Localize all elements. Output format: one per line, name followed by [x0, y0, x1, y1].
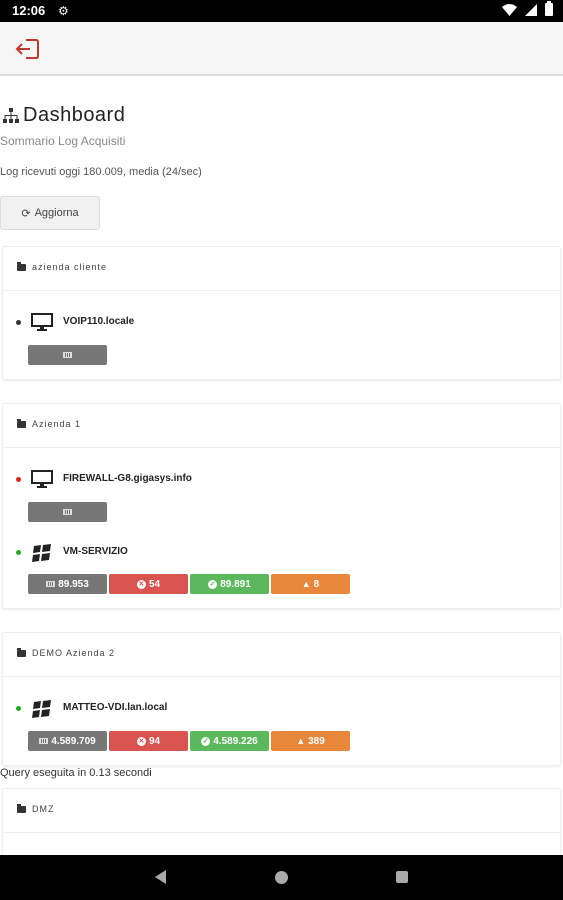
status-bar: 12:06 ⚙	[0, 0, 563, 22]
status-dot	[16, 706, 21, 711]
warning-count-badge: ▲ 389	[271, 731, 350, 751]
group-name: Azienda 1	[32, 419, 82, 429]
group-name: DEMO Azienda 2	[32, 648, 116, 658]
settings-status-icon: ⚙	[58, 4, 69, 18]
host-name: MATTEO-VDI.lan.local	[63, 702, 168, 713]
status-dot	[16, 320, 21, 325]
badge-row: 4.589.709 ✕ 94 ✓ 4.589.226 ▲ 389	[28, 731, 350, 751]
page-title: Dashboard	[2, 104, 125, 127]
windows-icon	[32, 700, 51, 718]
host-row[interactable]: VOIP110.locale	[3, 311, 562, 341]
ok-count-badge: ✓ 4.589.226	[190, 731, 269, 751]
log-count-badge	[28, 345, 107, 365]
log-info: Log ricevuti oggi 180.009, media (24/sec…	[0, 166, 202, 178]
host-name: VOIP110.locale	[63, 316, 135, 327]
group-card: Azienda 1 FIREWALL-G8.gigasys.info VM-SE…	[2, 403, 561, 609]
badge-value: 4.589.226	[213, 735, 258, 747]
logout-icon[interactable]	[14, 35, 42, 63]
badge-value: 389	[308, 735, 325, 747]
badge-value: 8	[313, 578, 320, 590]
battery-icon	[545, 1, 553, 16]
badge-value: 89.953	[58, 578, 89, 590]
badge-value: 4.589.709	[51, 735, 96, 747]
status-dot	[16, 477, 21, 482]
refresh-button[interactable]: ⟳ Aggiorna	[0, 196, 100, 230]
page-title-text: Dashboard	[23, 104, 126, 126]
group-header: azienda cliente	[3, 247, 560, 291]
query-time: Query eseguita in 0.13 secondi	[0, 767, 152, 779]
host-name: FIREWALL-G8.gigasys.info	[63, 473, 192, 484]
group-card: DMZ	[2, 788, 561, 855]
close-circle-icon: ✕	[136, 736, 146, 746]
group-header: DMZ	[3, 789, 560, 833]
status-time: 12:06	[12, 3, 46, 18]
host-row[interactable]: MATTEO-VDI.lan.local	[3, 697, 562, 727]
wifi-icon	[502, 3, 517, 16]
warning-icon: ▲	[301, 579, 311, 589]
host-row[interactable]: FIREWALL-G8.gigasys.info	[3, 468, 562, 498]
monitor-icon	[31, 313, 53, 331]
home-icon[interactable]	[275, 871, 288, 884]
badge-row	[28, 345, 107, 365]
log-count-badge: 4.589.709	[28, 731, 107, 751]
table-icon	[63, 352, 72, 358]
group-header: Azienda 1	[3, 404, 560, 448]
table-icon	[46, 581, 56, 587]
group-name: DMZ	[32, 804, 55, 814]
group-name: azienda cliente	[32, 262, 108, 272]
badge-row: 89.953 ✕ 54 ✓ 89.891 ▲ 8	[28, 574, 350, 594]
folder-icon	[17, 648, 26, 657]
ok-count-badge: ✓ 89.891	[190, 574, 269, 594]
badge-value: 54	[148, 578, 161, 590]
folder-icon	[17, 262, 26, 271]
group-header: DEMO Azienda 2	[3, 633, 560, 677]
log-count-badge	[28, 502, 107, 522]
badge-value: 89.891	[220, 578, 251, 590]
app-bar	[0, 22, 563, 76]
main-content: Dashboard Sommario Log Acquisiti Log ric…	[0, 78, 563, 855]
back-icon[interactable]	[155, 870, 166, 884]
folder-icon	[17, 419, 26, 428]
status-icons	[502, 1, 553, 16]
refresh-icon: ⟳	[21, 207, 31, 220]
badge-row	[28, 502, 107, 522]
recent-apps-icon[interactable]	[396, 871, 408, 883]
refresh-label: Aggiorna	[34, 207, 79, 219]
folder-icon	[17, 804, 26, 813]
check-circle-icon: ✓	[201, 736, 211, 746]
group-card: azienda cliente VOIP110.locale	[2, 246, 561, 380]
close-circle-icon: ✕	[136, 579, 146, 589]
sitemap-icon	[3, 107, 19, 123]
table-icon	[39, 738, 49, 744]
signal-icon	[525, 3, 537, 16]
error-count-badge: ✕ 54	[109, 574, 188, 594]
status-dot	[16, 550, 21, 555]
badge-value: 94	[148, 735, 161, 747]
log-count-badge: 89.953	[28, 574, 107, 594]
error-count-badge: ✕ 94	[109, 731, 188, 751]
windows-icon	[32, 544, 51, 562]
host-name: VM-SERVIZIO	[63, 546, 128, 557]
warning-icon: ▲	[296, 736, 306, 746]
system-nav-bar	[0, 855, 563, 900]
check-circle-icon: ✓	[208, 579, 218, 589]
page-subtitle: Sommario Log Acquisiti	[0, 134, 126, 148]
monitor-icon	[31, 470, 53, 488]
host-row[interactable]: VM-SERVIZIO	[3, 541, 562, 571]
group-card: DEMO Azienda 2 MATTEO-VDI.lan.local 4.58…	[2, 632, 561, 766]
table-icon	[63, 509, 72, 515]
warning-count-badge: ▲ 8	[271, 574, 350, 594]
